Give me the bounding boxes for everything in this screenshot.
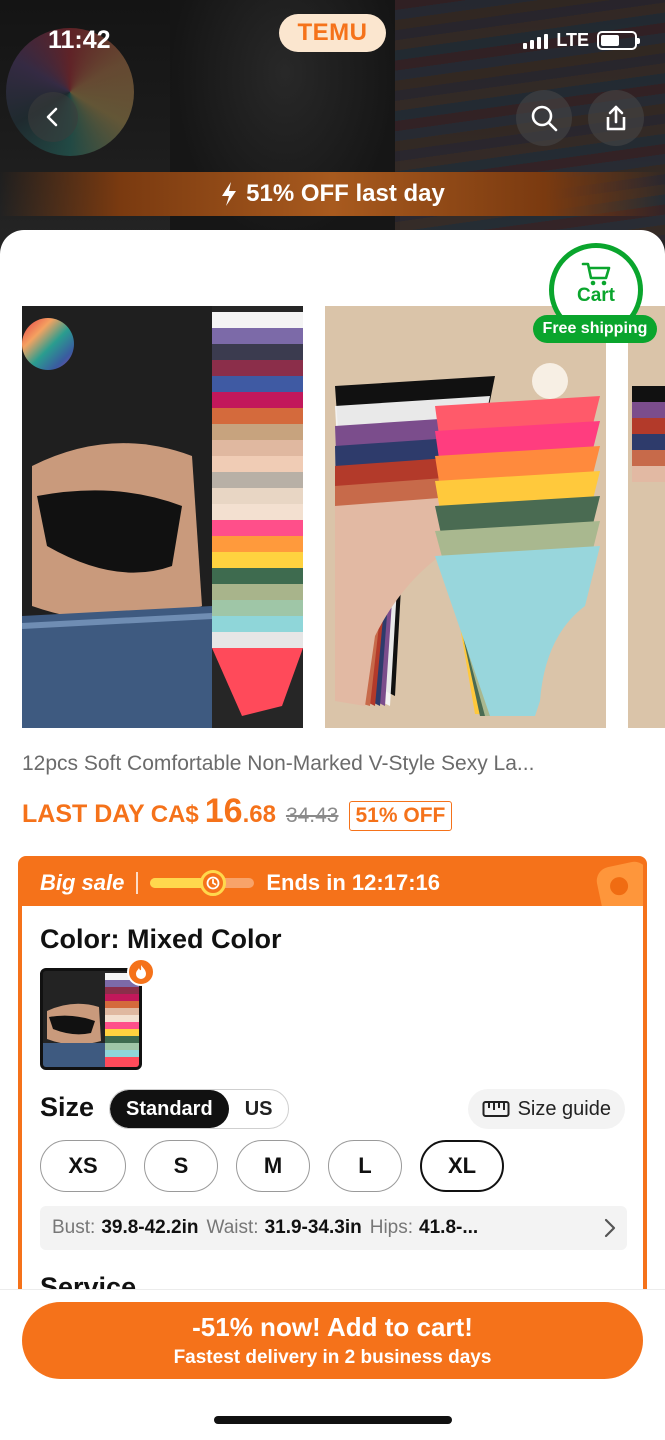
size-standard-toggle: Standard US bbox=[109, 1089, 290, 1129]
chevron-right-icon bbox=[604, 1218, 616, 1238]
size-measurements[interactable]: Bust: 39.8-42.2in Waist: 31.9-34.3in Hip… bbox=[40, 1206, 627, 1250]
color-selected-value: Mixed Color bbox=[127, 924, 282, 954]
cart-icon bbox=[581, 262, 611, 286]
size-guide-button[interactable]: Size guide bbox=[467, 1089, 625, 1129]
currency-label: CA$ bbox=[150, 801, 199, 828]
price-row: LAST DAY CA$ 16 .68 34.43 51% OFF bbox=[22, 792, 453, 831]
bust-value: 39.8-42.2in bbox=[101, 1217, 199, 1238]
waist-label: Waist: bbox=[206, 1217, 259, 1238]
product-image-2[interactable] bbox=[325, 306, 606, 728]
free-shipping-badge: Free shipping bbox=[533, 315, 657, 343]
original-price: 34.43 bbox=[285, 804, 339, 827]
size-chip-xs[interactable]: XS bbox=[40, 1140, 126, 1192]
product-title[interactable]: 12pcs Soft Comfortable Non-Marked V-Styl… bbox=[22, 752, 642, 776]
color-label-prefix: Color: bbox=[40, 924, 120, 954]
toggle-us[interactable]: US bbox=[229, 1090, 289, 1128]
product-image-1[interactable] bbox=[22, 306, 303, 728]
big-sale-card: Big sale Ends in 12:17:16 Color: Mixed C… bbox=[18, 856, 647, 1302]
size-guide-label: Size guide bbox=[517, 1097, 611, 1120]
status-time: 11:42 bbox=[48, 26, 111, 54]
discount-badge: 51% OFF bbox=[348, 801, 453, 831]
product-image-3-graphic bbox=[628, 306, 665, 728]
sale-deco-icon bbox=[594, 860, 643, 906]
delivery-note: Fastest delivery in 2 business days bbox=[173, 1347, 492, 1368]
cart-label: Cart bbox=[576, 285, 615, 306]
network-label: LTE bbox=[556, 30, 589, 50]
waist-value: 31.9-34.3in bbox=[264, 1217, 362, 1238]
price-decimal: .68 bbox=[242, 801, 276, 828]
bust-label: Bust: bbox=[52, 1217, 96, 1238]
lightning-icon bbox=[222, 182, 237, 206]
sale-divider bbox=[136, 872, 139, 894]
size-label: Size bbox=[40, 1092, 95, 1122]
add-to-cart-label: -51% now! Add to cart! bbox=[192, 1312, 473, 1342]
sale-progress-bar bbox=[150, 870, 255, 896]
product-image-3[interactable] bbox=[628, 306, 665, 728]
promo-banner: 51% OFF last day bbox=[0, 172, 665, 216]
home-indicator[interactable] bbox=[214, 1416, 452, 1424]
clock-icon bbox=[199, 870, 226, 896]
share-icon bbox=[606, 105, 626, 131]
hips-value: 41.8-... bbox=[419, 1217, 479, 1238]
size-chip-m[interactable]: M bbox=[236, 1140, 310, 1192]
add-to-cart-button[interactable]: -51% now! Add to cart! Fastest delivery … bbox=[22, 1302, 643, 1379]
color-label: Color: Mixed Color bbox=[40, 924, 282, 955]
signal-icon bbox=[523, 33, 549, 49]
color-swatch-mixed[interactable] bbox=[40, 968, 142, 1070]
size-chip-s[interactable]: S bbox=[144, 1140, 218, 1192]
search-icon bbox=[531, 105, 558, 132]
promo-text: 51% OFF last day bbox=[246, 180, 445, 207]
big-sale-label: Big sale bbox=[40, 870, 125, 895]
battery-icon bbox=[597, 31, 640, 50]
hot-flame-icon bbox=[127, 958, 155, 986]
hips-label: Hips: bbox=[369, 1217, 414, 1238]
ruler-icon bbox=[482, 1101, 510, 1117]
status-indicators: LTE bbox=[523, 30, 640, 51]
sale-header: Big sale Ends in 12:17:16 bbox=[22, 860, 643, 906]
size-chip-xl[interactable]: XL bbox=[420, 1140, 504, 1192]
share-button[interactable] bbox=[588, 90, 644, 146]
size-options: XS S M L XL bbox=[40, 1140, 504, 1192]
toggle-standard[interactable]: Standard bbox=[110, 1090, 229, 1128]
price-whole: 16 bbox=[204, 792, 243, 830]
swatch-thumbnail bbox=[43, 971, 139, 1067]
product-image-2-graphic bbox=[325, 306, 606, 728]
search-button[interactable] bbox=[516, 90, 572, 146]
size-chip-l[interactable]: L bbox=[328, 1140, 402, 1192]
product-image-1-graphic bbox=[22, 306, 303, 728]
temu-logo: TEMU bbox=[279, 14, 386, 52]
back-button[interactable] bbox=[28, 92, 78, 142]
chevron-left-icon bbox=[46, 107, 58, 127]
countdown-text: Ends in 12:17:16 bbox=[266, 870, 441, 895]
last-day-label: LAST DAY bbox=[22, 800, 145, 828]
